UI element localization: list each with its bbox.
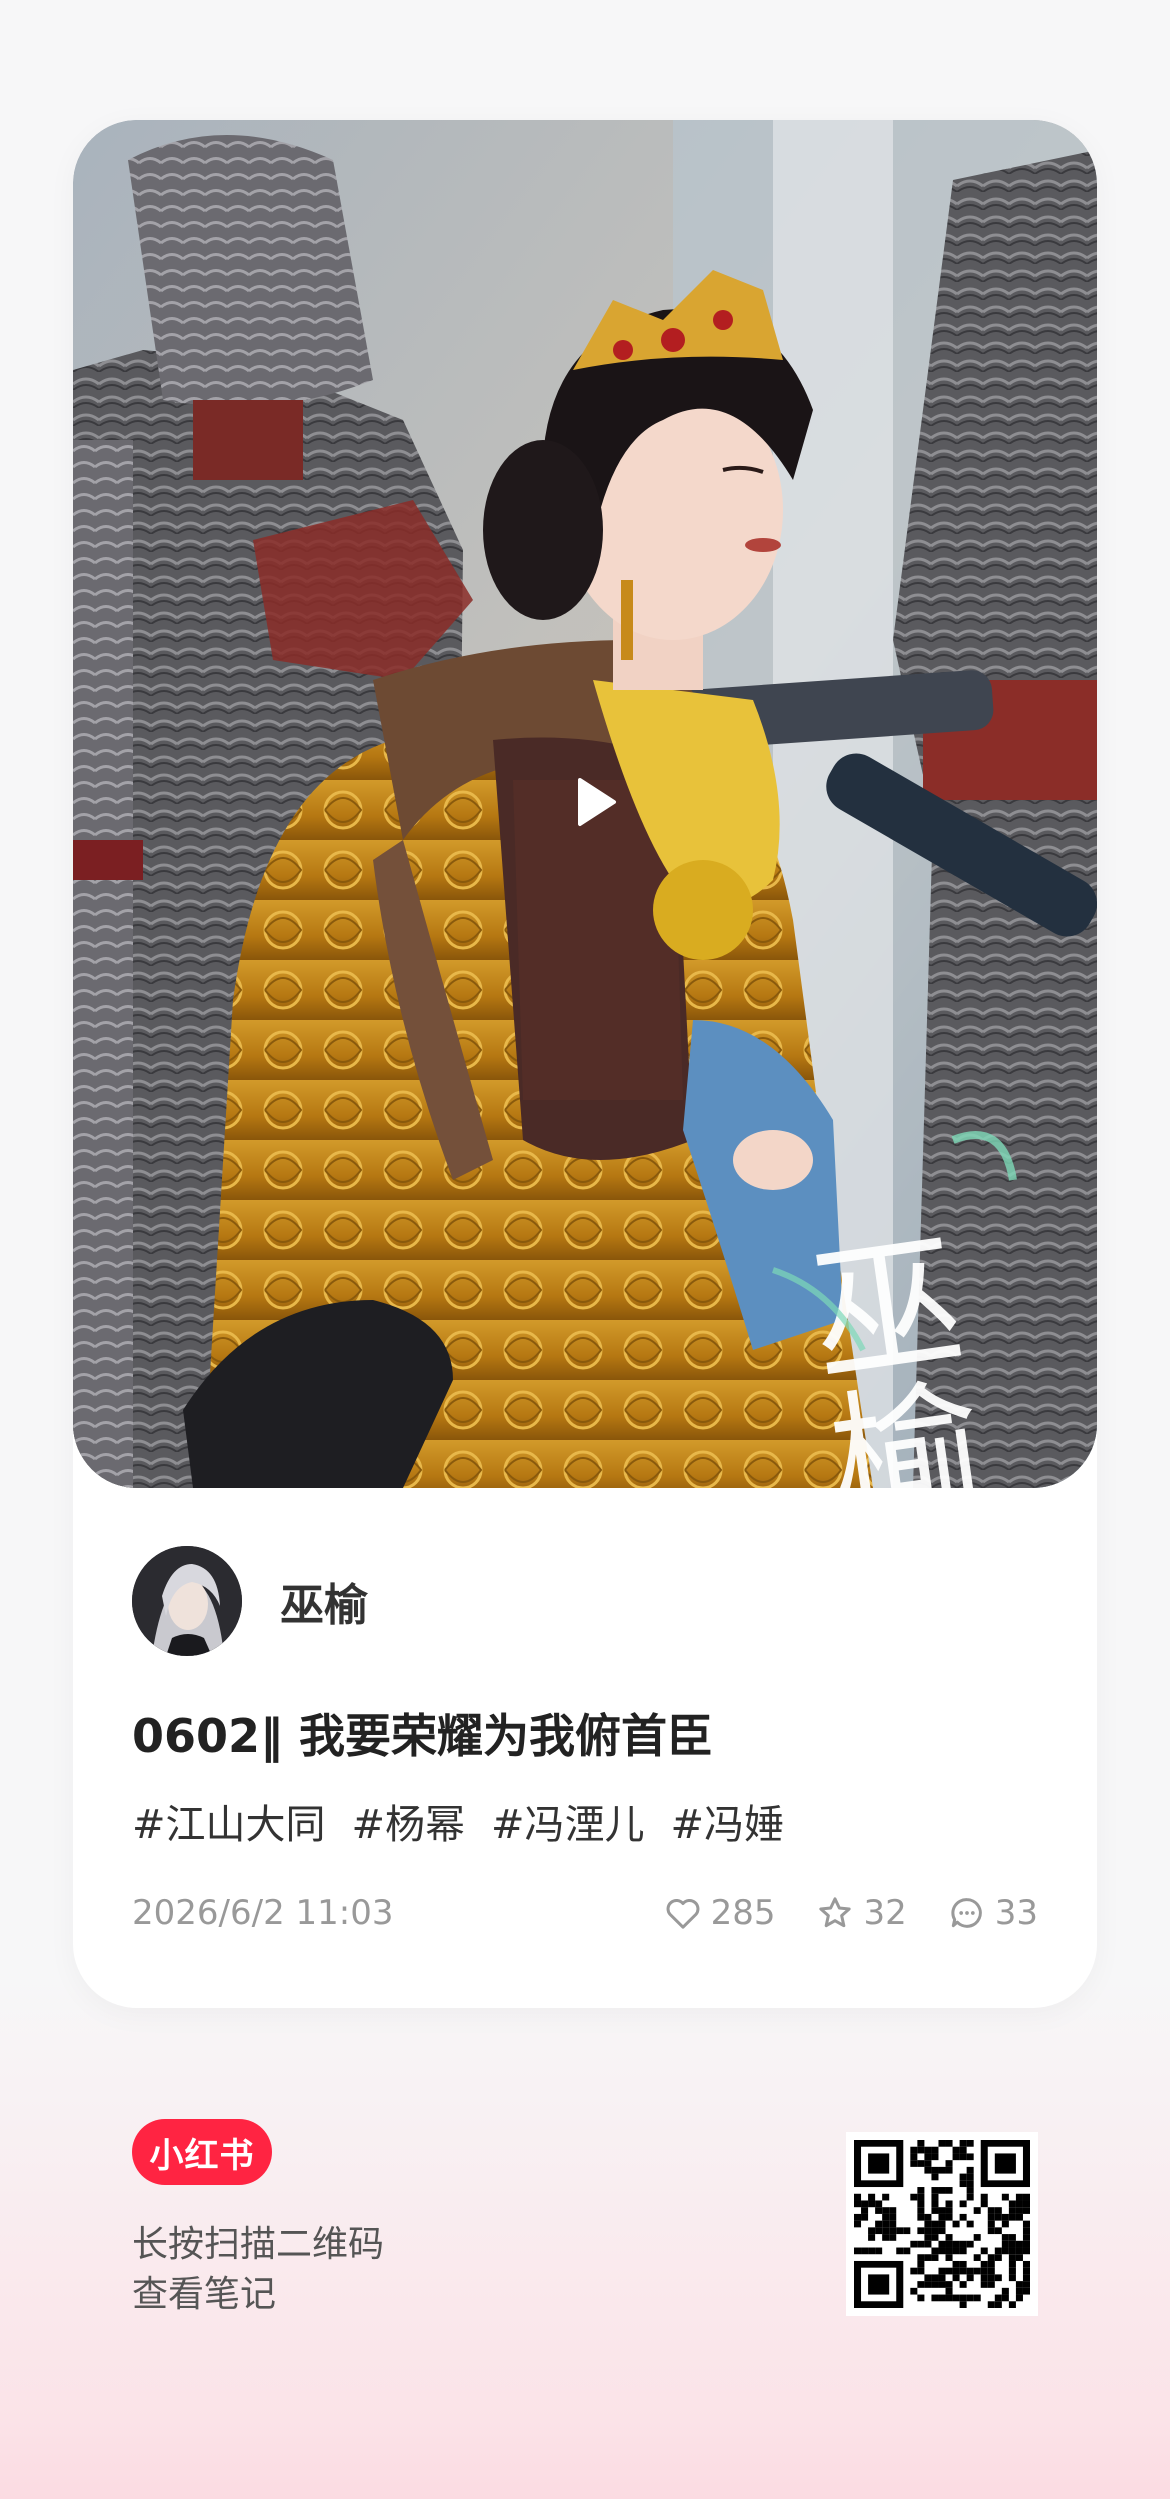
like-stat[interactable]: 285 (663, 1893, 776, 1933)
comment-icon (951, 1898, 982, 1928)
author-info[interactable]: 巫榆 (132, 1546, 368, 1656)
like-count: 285 (710, 1893, 776, 1933)
favorite-count: 32 (863, 1893, 907, 1933)
avatar[interactable] (132, 1546, 242, 1656)
comment-count: 33 (994, 1893, 1038, 1933)
author-name[interactable]: 巫榆 (280, 1569, 368, 1633)
star-icon (819, 1897, 852, 1928)
avatar-image (132, 1546, 242, 1656)
tag[interactable]: #江山大同 (132, 1792, 326, 1850)
note-card[interactable]: 巫榆 巫榆 0602‖ 我要荣耀为我俯首臣 #江山大同 #杨幂 #冯湮儿 #冯娷 (73, 120, 1097, 2008)
scan-hint-line1: 长按扫描二维码 (132, 2224, 385, 2265)
tag[interactable]: #冯湮儿 (491, 1792, 645, 1850)
video-cover[interactable]: 巫榆 (73, 120, 1097, 1488)
heart-icon (666, 1898, 699, 1929)
brand-logo: 小红书 (132, 2119, 272, 2185)
post-title: 0602‖ 我要荣耀为我俯首臣 (132, 1709, 714, 1763)
post-date: 2026/6/2 11:03 (132, 1893, 394, 1933)
play-icon[interactable] (564, 772, 624, 832)
tag[interactable]: #杨幂 (352, 1792, 466, 1850)
meta-row: 2026/6/2 11:03 285 32 33 (132, 1888, 1038, 1938)
comment-stat[interactable]: 33 (947, 1893, 1038, 1933)
tag-list: #江山大同 #杨幂 #冯湮儿 #冯娷 (132, 1792, 784, 1850)
stats: 285 32 33 (663, 1893, 1038, 1933)
scan-hint-line2: 查看笔记 (132, 2274, 277, 2315)
tag[interactable]: #冯娷 (671, 1792, 785, 1850)
qr-code-image (854, 2140, 1030, 2308)
scan-hint: 长按扫描二维码 查看笔记 (132, 2220, 384, 2320)
qr-code[interactable] (846, 2132, 1038, 2316)
favorite-stat[interactable]: 32 (815, 1893, 907, 1933)
